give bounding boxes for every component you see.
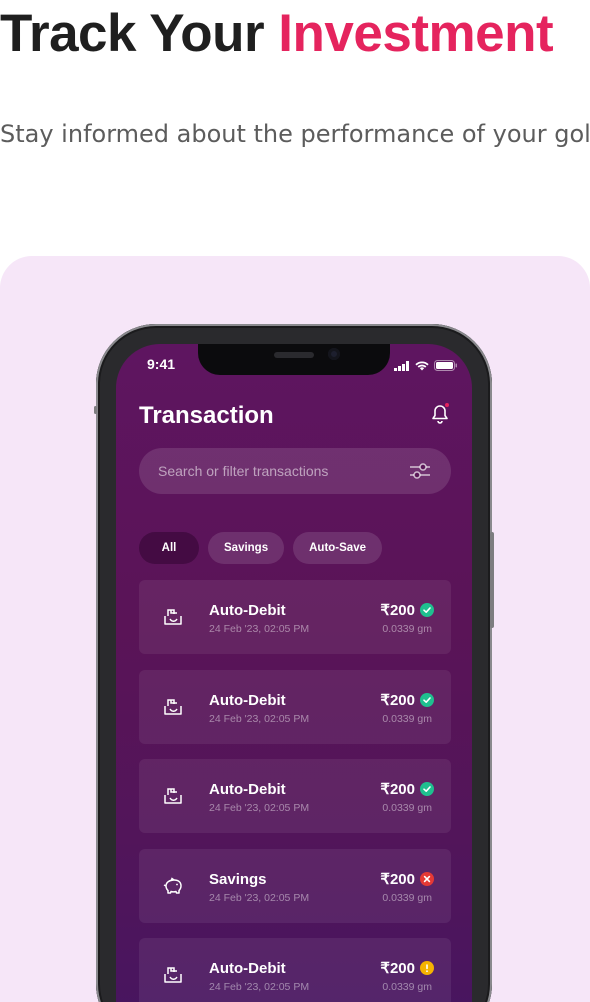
transaction-title: Auto-Debit bbox=[209, 692, 286, 709]
auto-debit-icon bbox=[161, 963, 185, 987]
signal-icon bbox=[394, 360, 409, 371]
status-icons bbox=[394, 360, 458, 371]
phone-side-button bbox=[490, 532, 494, 628]
transaction-date: 24 Feb '23, 02:05 PM bbox=[209, 892, 310, 904]
success-check-icon bbox=[420, 782, 434, 796]
search-input[interactable]: Search or filter transactions bbox=[139, 448, 451, 494]
transaction-title: Auto-Debit bbox=[209, 602, 286, 619]
transaction-date: 24 Feb '23, 02:05 PM bbox=[209, 802, 310, 814]
transaction-row[interactable]: Auto-Debit 24 Feb '23, 02:05 PM ₹200 0.0339… bbox=[139, 670, 451, 744]
transaction-amount: ₹200 bbox=[380, 960, 415, 977]
headline-lead: Track Your bbox=[0, 4, 279, 63]
app-title: Transaction bbox=[139, 402, 274, 429]
transaction-amount: ₹200 bbox=[380, 781, 415, 798]
filter-chip-auto-save[interactable]: Auto-Save bbox=[293, 532, 382, 564]
transaction-row[interactable]: Auto-Debit 24 Feb '23, 02:05 PM ₹200 0.0339… bbox=[139, 580, 451, 654]
transaction-weight: 0.0339 gm bbox=[382, 892, 432, 904]
failed-cross-icon bbox=[420, 872, 434, 886]
transaction-date: 24 Feb '23, 02:05 PM bbox=[209, 981, 310, 993]
transaction-amount: ₹200 bbox=[380, 871, 415, 888]
phone-notch bbox=[198, 344, 390, 375]
page-headline: Track Your Investment bbox=[0, 2, 554, 66]
transaction-weight: 0.0339 gm bbox=[382, 981, 432, 993]
transaction-date: 24 Feb '23, 02:05 PM bbox=[209, 713, 310, 725]
filter-icon[interactable] bbox=[409, 461, 431, 481]
transaction-weight: 0.0339 gm bbox=[382, 713, 432, 725]
transaction-amount: ₹200 bbox=[380, 692, 415, 709]
transaction-row[interactable]: Auto-Debit 24 Feb '23, 02:05 PM ₹200 0.0339… bbox=[139, 938, 451, 1002]
piggy-bank-icon bbox=[161, 874, 185, 898]
front-camera bbox=[328, 348, 340, 360]
search-placeholder: Search or filter transactions bbox=[158, 463, 329, 479]
transaction-title: Savings bbox=[209, 871, 267, 888]
filter-chips: All Savings Auto-Save bbox=[139, 532, 382, 564]
auto-debit-icon bbox=[161, 784, 185, 808]
headline-accent: Investment bbox=[278, 4, 554, 63]
status-time: 9:41 bbox=[147, 356, 176, 372]
transaction-title: Auto-Debit bbox=[209, 960, 286, 977]
transaction-weight: 0.0339 gm bbox=[382, 802, 432, 814]
notification-bell-icon[interactable] bbox=[428, 402, 452, 426]
auto-debit-icon bbox=[161, 695, 185, 719]
success-check-icon bbox=[420, 693, 434, 707]
transaction-weight: 0.0339 gm bbox=[382, 623, 432, 635]
filter-chip-savings[interactable]: Savings bbox=[208, 532, 285, 564]
transaction-title: Auto-Debit bbox=[209, 781, 286, 798]
transaction-amount: ₹200 bbox=[380, 602, 415, 619]
transaction-row[interactable]: Auto-Debit 24 Feb '23, 02:05 PM ₹200 0.0339… bbox=[139, 759, 451, 833]
phone-volume-button bbox=[94, 406, 97, 414]
success-check-icon bbox=[420, 603, 434, 617]
transaction-date: 24 Feb '23, 02:05 PM bbox=[209, 623, 310, 635]
transaction-row[interactable]: Savings 24 Feb '23, 02:05 PM ₹200 0.0339 gm bbox=[139, 849, 451, 923]
wifi-icon bbox=[415, 360, 429, 370]
battery-icon bbox=[434, 360, 457, 371]
phone-screen: 9:41 Transaction Search or filter transa… bbox=[116, 344, 472, 1002]
page-subtitle: Stay informed about the performance of y… bbox=[0, 120, 590, 148]
pending-alert-icon bbox=[420, 961, 434, 975]
speaker-grille bbox=[274, 352, 314, 358]
auto-debit-icon bbox=[161, 605, 185, 629]
filter-chip-all[interactable]: All bbox=[139, 532, 199, 564]
